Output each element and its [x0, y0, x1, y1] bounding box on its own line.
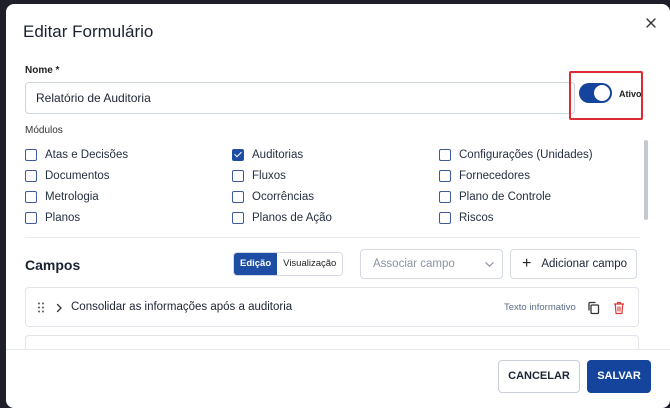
field-name: Consolidar as informações após a auditor…: [71, 301, 293, 313]
checkbox-icon: [25, 212, 37, 224]
module-label: Riscos: [459, 212, 494, 224]
chevron-right-icon[interactable]: [55, 303, 63, 313]
module-label: Planos: [45, 212, 81, 224]
module-checkbox-metrologia[interactable]: Metrologia: [25, 191, 99, 203]
module-label: Plano de Controle: [459, 191, 552, 203]
checkbox-icon: [439, 149, 451, 161]
module-checkbox-riscos[interactable]: Riscos: [439, 212, 494, 224]
scrollbar[interactable]: [644, 140, 648, 220]
save-button[interactable]: SALVAR: [587, 360, 651, 393]
module-label: Atas e Decisões: [45, 149, 129, 161]
module-label: Ocorrências: [252, 191, 314, 203]
module-checkbox-plano-de-controle[interactable]: Plano de Controle: [439, 191, 551, 203]
checkbox-icon: [25, 149, 37, 161]
module-label: Metrologia: [45, 191, 99, 203]
name-label: Nome *: [25, 65, 60, 76]
active-toggle-label: Ativo: [619, 89, 642, 99]
module-checkbox-fluxos[interactable]: Fluxos: [232, 170, 286, 182]
field-row[interactable]: Consolidar as informações após a auditor…: [25, 287, 639, 327]
add-field-label: Adicionar campo: [541, 258, 627, 270]
module-label: Fornecedores: [459, 170, 530, 182]
fields-section-title: Campos: [25, 257, 81, 273]
module-checkbox-auditorias[interactable]: Auditorias: [232, 149, 303, 161]
checkbox-icon: [232, 212, 244, 224]
footer-divider: [6, 349, 670, 350]
associate-field-placeholder: Associar campo: [373, 258, 455, 270]
module-checkbox-configuracoes[interactable]: Configurações (Unidades): [439, 149, 593, 161]
field-type: Texto informativo: [504, 302, 576, 313]
drag-handle-icon[interactable]: [37, 302, 45, 313]
tab-visualizacao[interactable]: Visualização: [277, 253, 343, 275]
copy-icon[interactable]: [587, 301, 600, 315]
field-row-partial: [25, 335, 639, 349]
module-checkbox-documentos[interactable]: Documentos: [25, 170, 110, 182]
module-checkbox-planos[interactable]: Planos: [25, 212, 80, 224]
active-toggle[interactable]: [579, 83, 612, 103]
module-label: Auditorias: [252, 149, 304, 161]
checkbox-icon: [232, 191, 244, 203]
module-checkbox-ocorrencias[interactable]: Ocorrências: [232, 191, 314, 203]
modules-label: Módulos: [25, 125, 63, 136]
checkbox-icon: [439, 170, 451, 182]
checkbox-icon: [232, 170, 244, 182]
plus-icon: +: [522, 255, 532, 272]
module-label: Planos de Ação: [252, 212, 332, 224]
module-checkbox-fornecedores[interactable]: Fornecedores: [439, 170, 530, 182]
module-checkbox-atas[interactable]: Atas e Decisões: [25, 149, 128, 161]
module-checkbox-planos-de-acao[interactable]: Planos de Ação: [232, 212, 332, 224]
module-label: Fluxos: [252, 170, 286, 182]
chevron-down-icon: [485, 262, 494, 268]
close-icon[interactable]: [644, 16, 658, 30]
checkbox-icon: [439, 191, 451, 203]
modal-title: Editar Formulário: [23, 22, 154, 41]
associate-field-select[interactable]: Associar campo: [360, 249, 503, 279]
trash-icon[interactable]: [613, 301, 625, 315]
add-field-button[interactable]: + Adicionar campo: [510, 249, 637, 279]
checkbox-icon: [439, 212, 451, 224]
module-label: Configurações (Unidades): [459, 149, 593, 161]
toggle-knob: [594, 85, 610, 101]
name-input[interactable]: Relatório de Auditoria: [25, 82, 575, 114]
mode-toggle: Edição Visualização: [233, 252, 344, 276]
tab-edicao[interactable]: Edição: [234, 253, 278, 275]
cancel-button[interactable]: CANCELAR: [498, 360, 580, 393]
module-label: Documentos: [45, 170, 110, 182]
section-divider: [25, 237, 640, 238]
checkbox-checked-icon: [232, 149, 244, 161]
checkbox-icon: [25, 170, 37, 182]
checkbox-icon: [25, 191, 37, 203]
edit-form-modal: Editar Formulário Nome * Relatório de Au…: [6, 4, 670, 408]
